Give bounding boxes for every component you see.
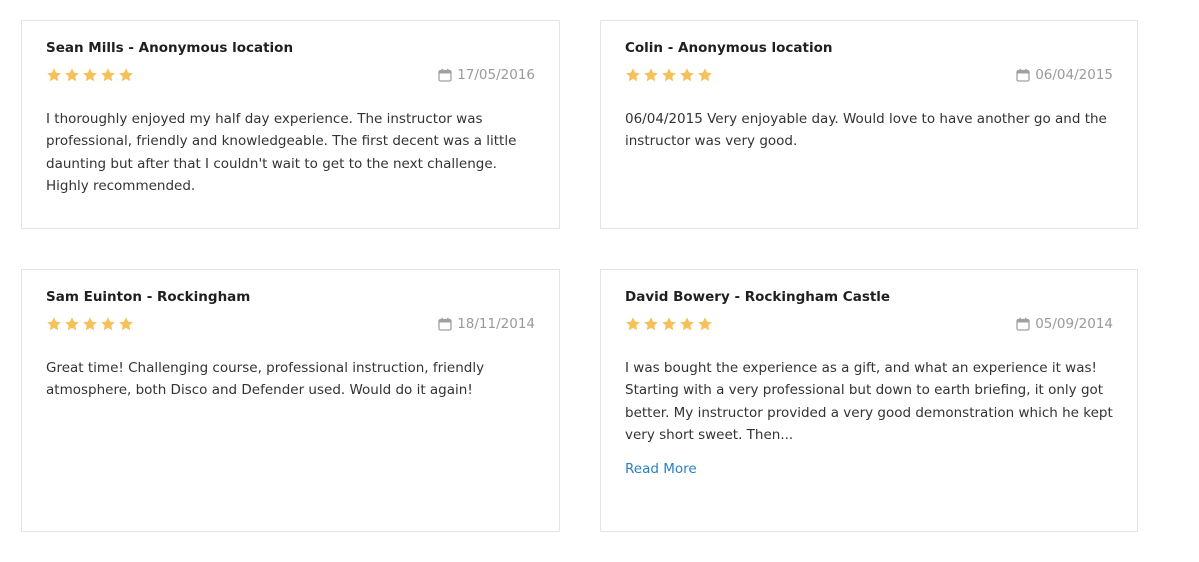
- review-meta: 06/04/2015: [625, 66, 1113, 84]
- star-icon: [662, 68, 676, 82]
- review-card: David Bowery - Rockingham Castle 05/09/2…: [600, 269, 1138, 532]
- review-meta: 17/05/2016: [46, 66, 535, 84]
- review-card: Colin - Anonymous location 06/04/2015 06…: [600, 20, 1138, 229]
- review-author: Colin - Anonymous location: [625, 40, 833, 56]
- review-text: 06/04/2015 Very enjoyable day. Would lov…: [625, 111, 1107, 150]
- star-icon: [65, 317, 79, 331]
- review-meta: 18/11/2014: [46, 315, 535, 333]
- star-icon: [83, 317, 97, 331]
- review-meta: 05/09/2014: [625, 315, 1113, 333]
- star-icon: [47, 317, 61, 331]
- review-author: David Bowery - Rockingham Castle: [625, 289, 891, 305]
- star-icon: [680, 317, 694, 331]
- calendar-icon: [438, 68, 452, 82]
- star-icon: [644, 317, 658, 331]
- review-date-text: 17/05/2016: [457, 67, 535, 83]
- review-text: I was bought the experience as a gift, a…: [625, 360, 1113, 443]
- star-icon: [698, 317, 712, 331]
- star-icon: [101, 68, 115, 82]
- review-date: 06/04/2015: [1016, 67, 1113, 83]
- review-date: 05/09/2014: [1016, 316, 1113, 332]
- calendar-icon: [1016, 68, 1030, 82]
- star-icon: [698, 68, 712, 82]
- star-icon: [83, 68, 97, 82]
- star-icon: [644, 68, 658, 82]
- review-date-text: 18/11/2014: [457, 316, 535, 332]
- star-rating: [46, 67, 134, 83]
- review-date-text: 05/09/2014: [1035, 316, 1113, 332]
- star-icon: [119, 317, 133, 331]
- star-rating: [625, 67, 713, 83]
- star-rating: [625, 316, 713, 332]
- review-date-text: 06/04/2015: [1035, 67, 1113, 83]
- star-icon: [662, 317, 676, 331]
- review-text: Great time! Challenging course, professi…: [46, 360, 485, 399]
- star-icon: [65, 68, 79, 82]
- review-date: 18/11/2014: [438, 316, 535, 332]
- star-icon: [626, 317, 640, 331]
- review-author: Sean Mills - Anonymous location: [46, 40, 294, 56]
- review-author: Sam Euinton - Rockingham: [46, 289, 251, 305]
- star-icon: [626, 68, 640, 82]
- review-card: Sam Euinton - Rockingham 18/11/2014 Grea…: [21, 269, 560, 532]
- review-card: Sean Mills - Anonymous location 17/05/20…: [21, 20, 560, 229]
- star-icon: [680, 68, 694, 82]
- review-date: 17/05/2016: [438, 67, 535, 83]
- star-icon: [101, 317, 115, 331]
- calendar-icon: [1016, 317, 1030, 331]
- review-text: I thoroughly enjoyed my half day experie…: [46, 111, 517, 194]
- star-rating: [46, 316, 134, 332]
- read-more-link[interactable]: Read More: [625, 461, 697, 477]
- star-icon: [119, 68, 133, 82]
- star-icon: [47, 68, 61, 82]
- calendar-icon: [438, 317, 452, 331]
